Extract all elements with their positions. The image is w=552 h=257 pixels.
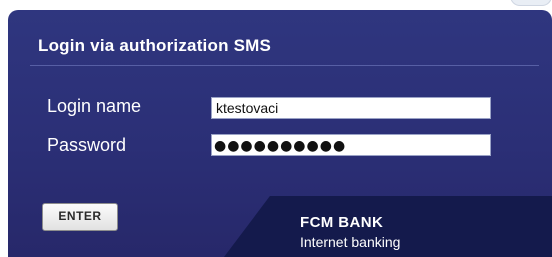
- enter-button[interactable]: ENTER: [42, 203, 118, 231]
- login-name-input[interactable]: [211, 97, 491, 119]
- brand-tagline: Internet banking: [300, 234, 401, 250]
- login-name-label: Login name: [47, 96, 142, 116]
- brand-name: FCM BANK: [300, 214, 384, 231]
- password-label: Password: [47, 135, 127, 155]
- password-mask: ●●●●●●●●●●: [214, 138, 347, 154]
- title-divider: [30, 65, 539, 66]
- corner-tab: [510, 0, 552, 6]
- form-title: Login via authorization SMS: [38, 36, 272, 55]
- top-bar: [0, 0, 552, 10]
